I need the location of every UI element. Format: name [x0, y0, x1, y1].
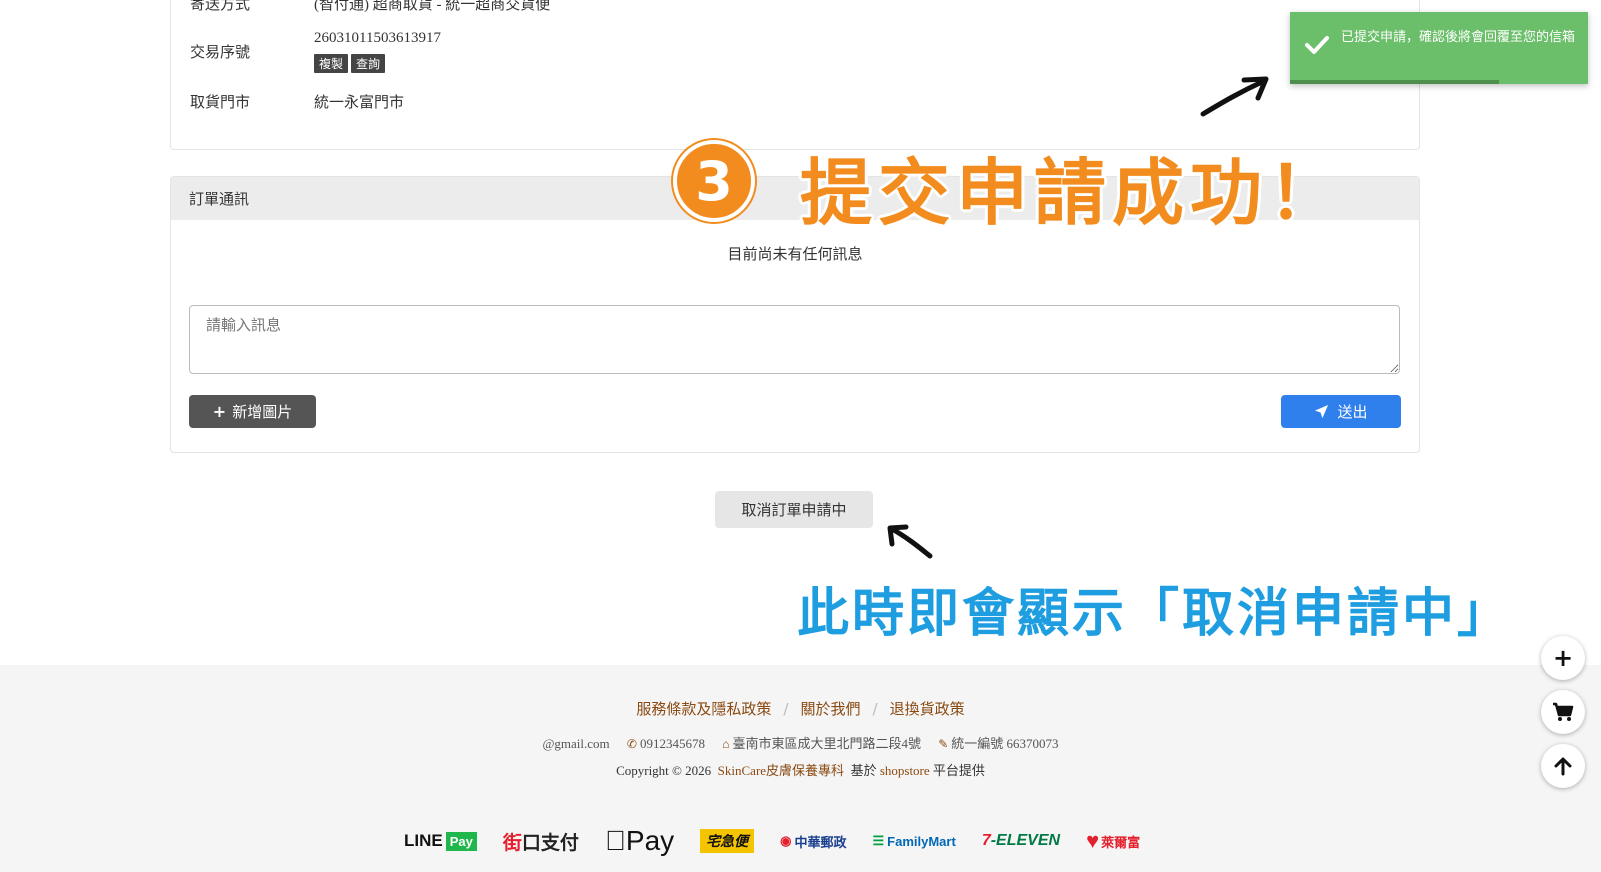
hilife-logo: ♥ 萊爾富	[1065, 828, 1140, 853]
site-footer: 服務條款及隱私政策 / 關於我們 / 退換貨政策 @gmail.com ✆ 0912345…	[0, 665, 1601, 872]
add-image-button[interactable]: + 新增圖片	[189, 395, 316, 428]
cancel-order-pending-button[interactable]: 取消訂單申請中	[715, 491, 873, 528]
takkyubin-logo: 宅急便	[700, 829, 755, 853]
toast-message: 已提交申請，確認後將會回覆至您的信箱	[1341, 30, 1576, 45]
platform-suffix-text: 平台提供	[932, 763, 985, 778]
check-icon	[1305, 36, 1329, 54]
footer-link-terms[interactable]: 服務條款及隱私政策	[636, 700, 771, 718]
footer-platform-link[interactable]: shopstore	[880, 763, 930, 778]
no-messages-text: 目前尚未有任何訊息	[727, 245, 863, 263]
chunghwa-post-logo: ◉ 中華郵政	[759, 833, 846, 850]
footer-email[interactable]: @gmail.com	[542, 736, 609, 751]
jkopay-logo: 街口支付	[502, 832, 579, 854]
send-icon	[1315, 404, 1329, 419]
send-button[interactable]: 送出	[1281, 395, 1401, 428]
query-button[interactable]: 查詢	[351, 54, 386, 73]
familymart-logo: ☰ FamilyMart	[851, 833, 956, 849]
footer-tax-id: 統一編號 66370073	[951, 736, 1059, 751]
step-number-badge: 3	[673, 140, 755, 222]
plus-icon: +	[1552, 644, 1574, 672]
footer-contact: @gmail.com ✆ 0912345678 ⌂ 臺南市東區成大里北門路二段4號 …	[0, 733, 1601, 752]
step-title-annotation: 提交申請成功！	[800, 151, 1347, 235]
payment-logos: LINEPay 街口支付 Pay 宅急便 ◉中華郵政 ☰FamilyMart …	[404, 823, 1140, 859]
cart-icon	[1553, 702, 1574, 721]
copyright-text: Copyright © 2026	[616, 763, 712, 778]
home-icon: ⌂	[722, 737, 730, 751]
line-pay-logo: LINE Pay	[404, 831, 477, 851]
success-toast[interactable]: 已提交申請，確認後將會回覆至您的信箱	[1290, 12, 1588, 84]
pickup-store-label: 取貨門市	[190, 93, 251, 111]
shipping-method-label: 寄送方式	[190, 0, 251, 13]
back-to-top-button[interactable]	[1541, 744, 1585, 788]
arrow-to-toast-icon	[1200, 76, 1269, 117]
footer-link-separator: /	[783, 700, 789, 718]
phone-icon: ✆	[626, 737, 637, 751]
footer-address: 臺南市東區成大里北門路二段4號	[732, 736, 921, 751]
transaction-id-label: 交易序號	[190, 43, 251, 61]
footer-link-separator: /	[872, 700, 878, 718]
transaction-id-value: 26031011503613917	[314, 30, 441, 46]
copy-button[interactable]: 複製	[314, 54, 349, 73]
send-label: 送出	[1337, 403, 1368, 421]
message-input[interactable]	[189, 305, 1400, 374]
footer-phone[interactable]: 0912345678	[640, 736, 705, 751]
add-image-label: 新增圖片	[232, 403, 293, 421]
expand-menu-button[interactable]: +	[1541, 636, 1585, 680]
toast-progress-bar	[1290, 80, 1499, 84]
plus-icon: +	[212, 402, 227, 421]
arrow-to-cancel-icon	[887, 524, 933, 559]
footer-copyright: Copyright © 2026 SkinCare皮膚保養專科 基於 shops…	[0, 760, 1601, 779]
footer-brand-link[interactable]: SkinCare皮膚保養專科	[718, 763, 844, 778]
arrow-up-icon	[1554, 757, 1572, 776]
cart-button[interactable]	[1541, 690, 1585, 734]
seven-eleven-logo: 7 -ELEVEN	[960, 832, 1060, 849]
footer-link-about[interactable]: 關於我們	[800, 700, 860, 718]
apple-pay-logo: Pay	[604, 825, 674, 856]
shipping-method-value: (智付通) 超商取貨 - 統一超商交貨便	[314, 0, 551, 13]
footer-links: 服務條款及隱私政策 / 關於我們 / 退換貨政策	[0, 698, 1601, 719]
based-on-text: 基於	[850, 763, 877, 778]
pen-icon: ✎	[938, 737, 949, 751]
cancel-note-annotation: 此時即會顯示「取消申請中」	[797, 584, 1513, 644]
footer-link-returns[interactable]: 退換貨政策	[890, 700, 965, 718]
pickup-store-value: 統一永富門市	[314, 93, 405, 111]
